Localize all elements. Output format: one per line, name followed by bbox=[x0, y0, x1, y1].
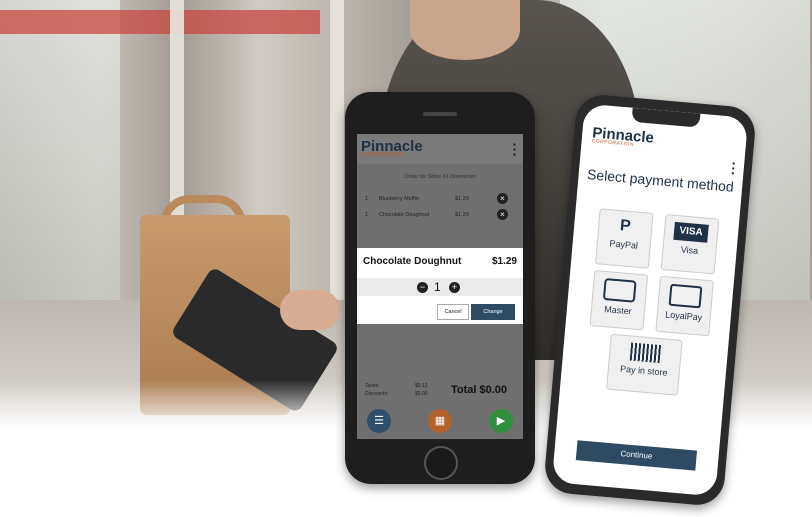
item-qty: 1 bbox=[365, 212, 369, 218]
modal-title: Chocolate Doughnut bbox=[363, 256, 462, 267]
window bbox=[0, 0, 120, 300]
payment-label: Master bbox=[603, 304, 633, 317]
payment-label: LoyalPay bbox=[664, 309, 703, 323]
change-button[interactable]: Change bbox=[471, 304, 515, 320]
pay-in-store-option[interactable]: Pay in store bbox=[606, 333, 683, 396]
list-item[interactable]: 1 Blueberry Muffin $1.29 × bbox=[365, 192, 515, 208]
barcode-icon bbox=[629, 342, 662, 364]
item-price: $1.29 bbox=[455, 196, 469, 202]
item-qty: 1 bbox=[365, 196, 369, 202]
payment-label: PayPal bbox=[609, 238, 639, 251]
item-price: $1.29 bbox=[455, 212, 469, 218]
page-title: Select payment method bbox=[586, 166, 735, 195]
hand bbox=[280, 290, 340, 330]
notch bbox=[631, 107, 701, 128]
awning bbox=[0, 10, 320, 34]
order-screen: Pinnacle CORPORATION · · · Order for Store… bbox=[357, 134, 523, 439]
payment-screen: Pinnacle CORPORATION · · · Select payment … bbox=[551, 103, 749, 497]
taxes-value: $0.12 bbox=[415, 383, 428, 389]
loyalpay-option[interactable]: LoyalPay bbox=[655, 275, 714, 337]
continue-button[interactable]: Continue bbox=[575, 440, 698, 471]
payment-label: Pay in store bbox=[619, 363, 668, 378]
quantity-value: 1 bbox=[434, 280, 441, 294]
cancel-button[interactable]: Cancel bbox=[437, 304, 469, 320]
grid-button[interactable]: ▦ bbox=[428, 409, 452, 433]
app-header: Pinnacle CORPORATION · · · bbox=[357, 134, 523, 164]
home-button[interactable] bbox=[424, 446, 458, 480]
order-total: Total $0.00 bbox=[451, 384, 508, 396]
list-item[interactable]: 1 Chocolate Doughnut $1.29 × bbox=[365, 208, 515, 224]
edit-item-modal: Chocolate Doughnut $1.29 − 1 + Cancel Ch… bbox=[357, 248, 523, 324]
plus-icon[interactable]: + bbox=[449, 282, 460, 293]
visa-icon: VISA bbox=[673, 221, 709, 243]
mastercard-icon bbox=[602, 277, 637, 303]
discounts-label: Discounts: bbox=[365, 391, 389, 397]
grid-icon: ▦ bbox=[434, 415, 446, 427]
menu-button[interactable]: ☰ bbox=[367, 409, 391, 433]
remove-icon[interactable]: × bbox=[497, 209, 508, 220]
item-name: Blueberry Muffin bbox=[379, 196, 419, 202]
order-phone: Pinnacle CORPORATION · · · Order for Store… bbox=[345, 92, 535, 484]
order-list: 1 Blueberry Muffin $1.29 × 1 Chocolate D… bbox=[365, 192, 515, 224]
vertical-dots-icon[interactable]: · · · bbox=[513, 138, 517, 161]
play-button[interactable]: ▶ bbox=[489, 409, 513, 433]
vertical-dots-icon[interactable]: · · · bbox=[730, 156, 737, 181]
card-icon bbox=[668, 283, 703, 309]
pinnacle-logo: Pinnacle CORPORATION bbox=[591, 124, 655, 148]
pole bbox=[330, 0, 344, 300]
modal-price: $1.29 bbox=[491, 256, 517, 267]
taxes-label: Taxes: bbox=[365, 383, 380, 389]
payment-phone: Pinnacle CORPORATION · · · Select payment … bbox=[542, 92, 758, 508]
speaker bbox=[423, 112, 457, 116]
play-icon: ▶ bbox=[496, 415, 506, 427]
visa-option[interactable]: VISA Visa bbox=[660, 214, 720, 275]
mastercard-option[interactable]: Master bbox=[589, 270, 649, 331]
remove-icon[interactable]: × bbox=[497, 193, 508, 204]
pinnacle-logo: Pinnacle CORPORATION bbox=[361, 138, 423, 158]
menu-icon: ☰ bbox=[374, 415, 384, 427]
totals-block: Taxes: $0.12 Discounts: $0.00 bbox=[365, 382, 428, 398]
paypal-icon: P bbox=[619, 217, 632, 236]
paypal-option[interactable]: P PayPal bbox=[594, 208, 654, 269]
minus-icon[interactable]: − bbox=[417, 282, 428, 293]
item-name: Chocolate Doughnut bbox=[379, 212, 430, 218]
quantity-stepper: − 1 + bbox=[357, 278, 523, 296]
payment-label: Visa bbox=[680, 244, 699, 256]
order-for-label: Order for Store #1 Downtown bbox=[404, 174, 476, 180]
discounts-value: $0.00 bbox=[415, 391, 428, 397]
face bbox=[410, 0, 520, 60]
